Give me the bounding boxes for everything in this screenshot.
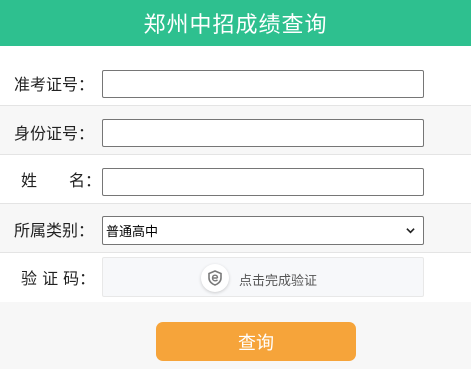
category-row: 所属类别： 普通高中 (0, 204, 471, 253)
category-select[interactable]: 普通高中 (102, 216, 424, 245)
captcha-shield-icon (201, 264, 229, 292)
query-button[interactable]: 查询 (156, 322, 356, 361)
name-label-second: 名： (69, 171, 102, 190)
exam-number-label: 准考证号： (13, 75, 94, 94)
query-button-label: 查询 (238, 332, 274, 354)
category-selected-value: 普通高中 (106, 225, 159, 240)
id-number-row: 身份证号： (0, 106, 471, 155)
captcha-label: 验 证 码： (21, 269, 96, 288)
id-number-label: 身份证号： (13, 124, 94, 143)
page-title: 郑州中招成绩查询 (143, 13, 328, 38)
chevron-down-icon (406, 228, 415, 234)
captcha-widget[interactable]: 点击完成验证 (102, 257, 424, 297)
name-row: 姓 名： (0, 155, 471, 204)
name-label-first: 姓 (21, 171, 38, 190)
name-input[interactable] (102, 168, 424, 196)
captcha-prompt: 点击完成验证 (239, 274, 318, 289)
page-header: 郑州中招成绩查询 (0, 0, 471, 46)
category-label: 所属类别： (13, 221, 94, 240)
id-number-input[interactable] (102, 119, 424, 147)
exam-number-input[interactable] (102, 70, 424, 98)
exam-number-row: 准考证号： (0, 57, 471, 106)
